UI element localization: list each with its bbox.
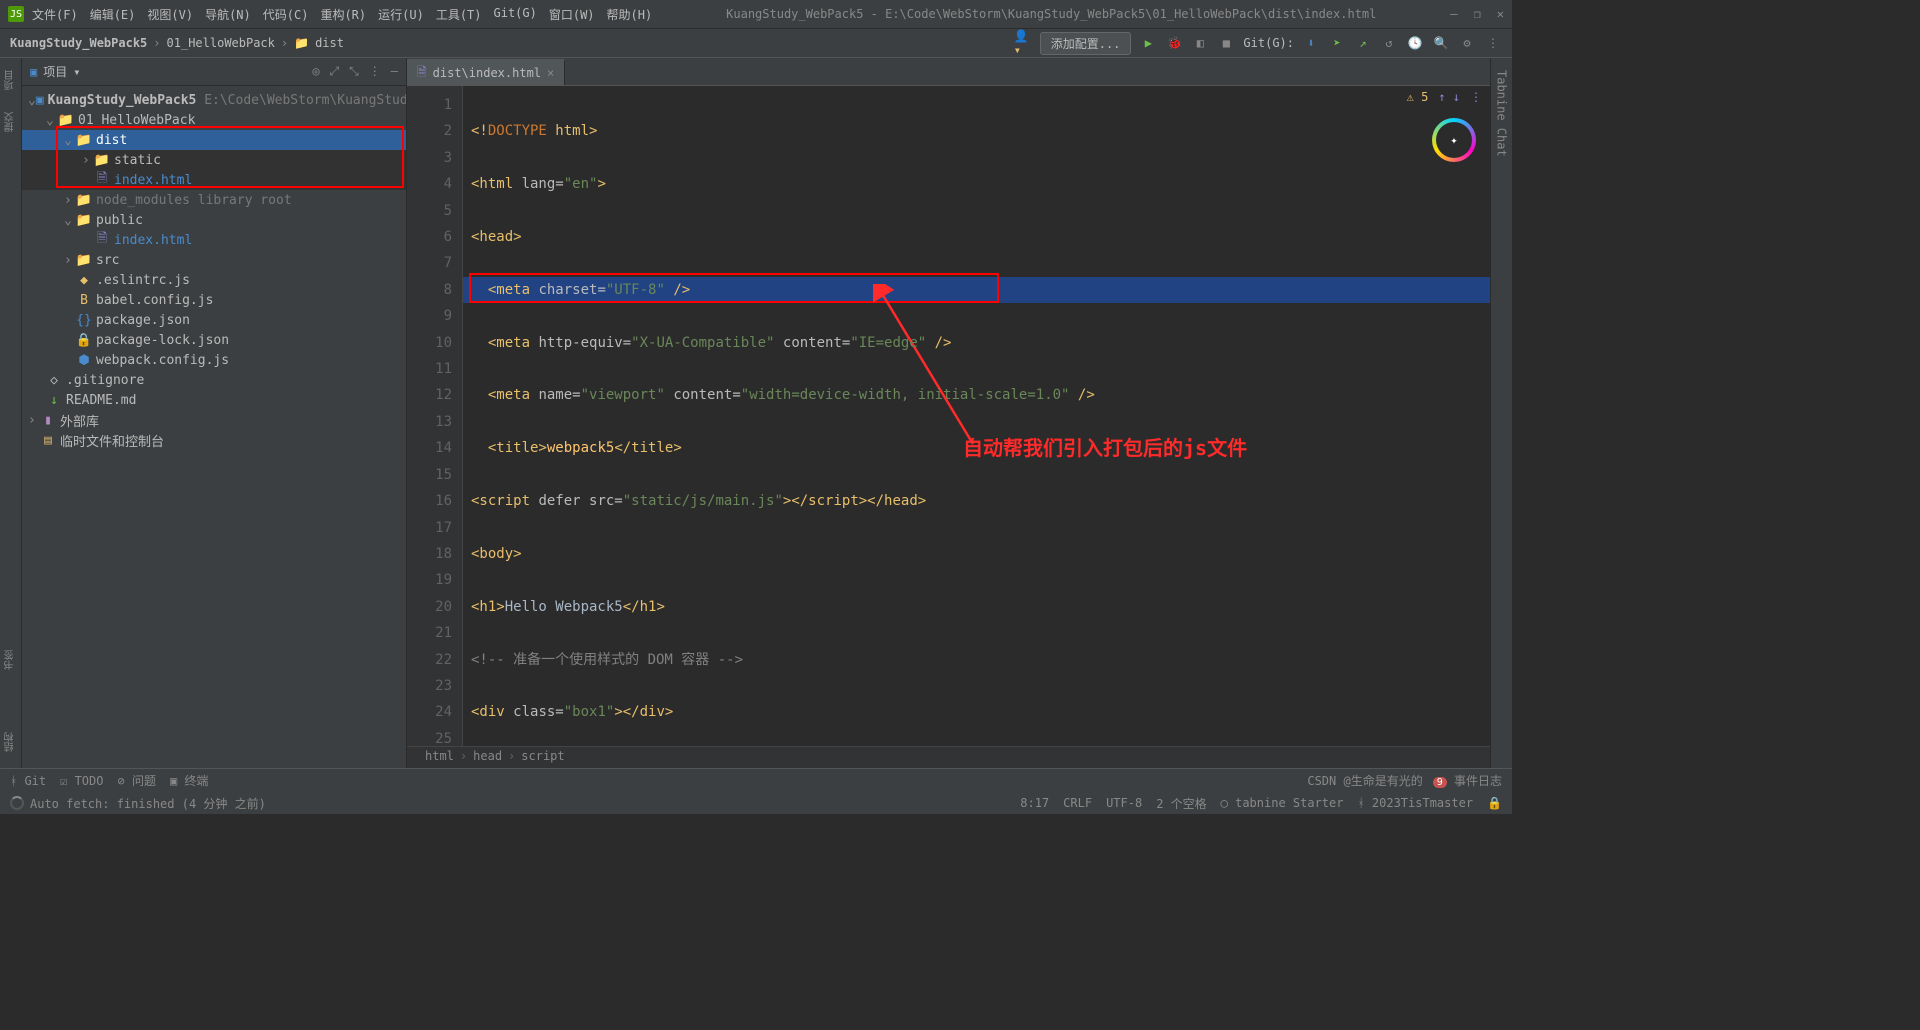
tree-index-public[interactable]: 🗎index.html <box>22 230 406 250</box>
bottom-terminal[interactable]: ▣ 终端 <box>170 772 208 789</box>
run-icon[interactable]: ▶ <box>1139 34 1157 52</box>
code-lines: <!DOCTYPE html> <html lang="en"> <head> … <box>463 86 1490 746</box>
stop-icon[interactable]: ■ <box>1217 34 1235 52</box>
crumb-2[interactable]: dist <box>315 36 344 50</box>
git-branch[interactable]: ᚼ 2023TisTmaster <box>1357 796 1473 810</box>
tree-eslint[interactable]: ◆.eslintrc.js <box>22 270 406 290</box>
close-tab-icon[interactable]: × <box>547 66 554 80</box>
encoding[interactable]: UTF-8 <box>1106 796 1142 810</box>
run-config-select[interactable]: 添加配置... <box>1040 32 1132 55</box>
leftrail-project[interactable]: 项目 <box>1 64 20 96</box>
git-push-icon[interactable]: ➤ <box>1328 34 1346 52</box>
tree-src[interactable]: ›📁src <box>22 250 406 270</box>
coverage-icon[interactable]: ◧ <box>1191 34 1209 52</box>
indent[interactable]: 2 个空格 <box>1156 795 1206 812</box>
editor-tab[interactable]: 🗎 dist\index.html × <box>407 59 565 85</box>
html-icon: 🗎 <box>417 63 427 84</box>
folder-icon: 📁 <box>294 36 309 50</box>
tree-packagelock[interactable]: 🔒package-lock.json <box>22 330 406 350</box>
breadcrumb: KuangStudy_WebPack5 › 01_HelloWebPack › … <box>10 36 344 50</box>
tree-external[interactable]: ›▮外部库 <box>22 410 406 430</box>
tree-static[interactable]: ›📁static <box>22 150 406 170</box>
expand-icon[interactable]: ⤢ <box>330 64 340 79</box>
hide-panel-icon[interactable]: — <box>391 64 398 79</box>
menu-help[interactable]: 帮助(H) <box>607 6 653 23</box>
rightrail-tabnine[interactable]: Tabnine Chat <box>1493 64 1511 163</box>
settings-icon[interactable]: ⚙ <box>1458 34 1476 52</box>
tree-root[interactable]: ⌄▣KuangStudy_WebPack5 E:\Code\WebStorm\K… <box>22 90 406 110</box>
menu-window[interactable]: 窗口(W) <box>549 6 595 23</box>
lock-icon[interactable]: 🔒 <box>1487 796 1502 810</box>
collapse-icon[interactable]: ⤡ <box>349 64 359 79</box>
target-icon[interactable]: ◎ <box>312 64 319 79</box>
tree-index-dist[interactable]: 🗎index.html <box>22 170 406 190</box>
progress-icon <box>10 796 24 810</box>
bottom-events[interactable]: 9 事件日志 <box>1433 772 1502 789</box>
bottom-problems[interactable]: ⊘ 问题 <box>117 772 155 789</box>
tool-more-icon[interactable]: ⋮ <box>369 64 381 79</box>
debug-icon[interactable]: 🐞 <box>1165 34 1183 52</box>
menu-git[interactable]: Git(G) <box>494 6 537 23</box>
cursor-position[interactable]: 8:17 <box>1020 796 1049 810</box>
user-icon[interactable]: 👤▾ <box>1014 34 1032 52</box>
crumb-root[interactable]: KuangStudy_WebPack5 <box>10 36 147 50</box>
menu-refactor[interactable]: 重构(R) <box>320 6 366 23</box>
menu-view[interactable]: 视图(V) <box>147 6 193 23</box>
history-icon[interactable]: 🕓 <box>1406 34 1424 52</box>
line-gutter: 1234567891011121314151617181920212223242… <box>407 86 463 746</box>
tree-babel[interactable]: Bbabel.config.js <box>22 290 406 310</box>
app-logo-icon: JS <box>8 6 24 22</box>
tree-nodemodules[interactable]: ›📁node_modules library root <box>22 190 406 210</box>
tab-label: dist\index.html <box>433 66 541 80</box>
editor-breadcrumb[interactable]: html›head›script <box>407 746 1490 768</box>
code-editor[interactable]: 1234567891011121314151617181920212223242… <box>407 86 1490 746</box>
tree-public[interactable]: ⌄📁public <box>22 210 406 230</box>
tree-package[interactable]: {}package.json <box>22 310 406 330</box>
leftrail-structure[interactable]: 结构 <box>1 726 20 758</box>
menu-run[interactable]: 运行(U) <box>378 6 424 23</box>
bottom-git[interactable]: ᚼ Git <box>10 774 46 788</box>
git-fetch-icon[interactable]: ↗ <box>1354 34 1372 52</box>
git-pull-icon[interactable]: ⬇ <box>1302 34 1320 52</box>
menu-tools[interactable]: 工具(T) <box>436 6 482 23</box>
tree-readme[interactable]: ↓README.md <box>22 390 406 410</box>
search-icon[interactable]: 🔍 <box>1432 34 1450 52</box>
status-message: Auto fetch: finished (4 分钟 之前) <box>30 795 266 812</box>
panel-title: 项目 <box>43 63 67 80</box>
menu-code[interactable]: 代码(C) <box>263 6 309 23</box>
window-title: KuangStudy_WebPack5 - E:\Code\WebStorm\K… <box>652 7 1450 21</box>
menu-file[interactable]: 文件(F) <box>32 6 78 23</box>
tree-dist[interactable]: ⌄📁dist <box>22 130 406 150</box>
more-icon[interactable]: ⋮ <box>1484 34 1502 52</box>
menu-bar: 文件(F) 编辑(E) 视图(V) 导航(N) 代码(C) 重构(R) 运行(U… <box>32 6 652 23</box>
leftrail-bookmarks[interactable]: 书签 <box>1 644 20 676</box>
line-sep[interactable]: CRLF <box>1063 796 1092 810</box>
close-button[interactable]: ✕ <box>1497 7 1504 21</box>
crumb-1[interactable]: 01_HelloWebPack <box>167 36 275 50</box>
git-label: Git(G): <box>1243 36 1294 50</box>
watermark: CSDN @生命是有光的 <box>1307 772 1422 789</box>
chevron-down-icon[interactable]: ▾ <box>73 65 80 79</box>
folder-icon: ▣ <box>30 65 37 79</box>
tree-scratch[interactable]: ▤临时文件和控制台 <box>22 430 406 450</box>
menu-edit[interactable]: 编辑(E) <box>90 6 136 23</box>
bottom-todo[interactable]: ☑ TODO <box>60 774 103 788</box>
minimize-button[interactable]: — <box>1450 7 1457 21</box>
tree-01hello[interactable]: ⌄📁01_HelloWebPack <box>22 110 406 130</box>
git-rollback-icon[interactable]: ↺ <box>1380 34 1398 52</box>
tree-gitignore[interactable]: ◇.gitignore <box>22 370 406 390</box>
menu-navigate[interactable]: 导航(N) <box>205 6 251 23</box>
maximize-button[interactable]: ❐ <box>1474 7 1481 21</box>
tree-webpackcfg[interactable]: ⬢webpack.config.js <box>22 350 406 370</box>
tabnine-status[interactable]: ◯ tabnine Starter <box>1221 796 1344 810</box>
leftrail-commit[interactable]: 提交 <box>1 106 20 138</box>
